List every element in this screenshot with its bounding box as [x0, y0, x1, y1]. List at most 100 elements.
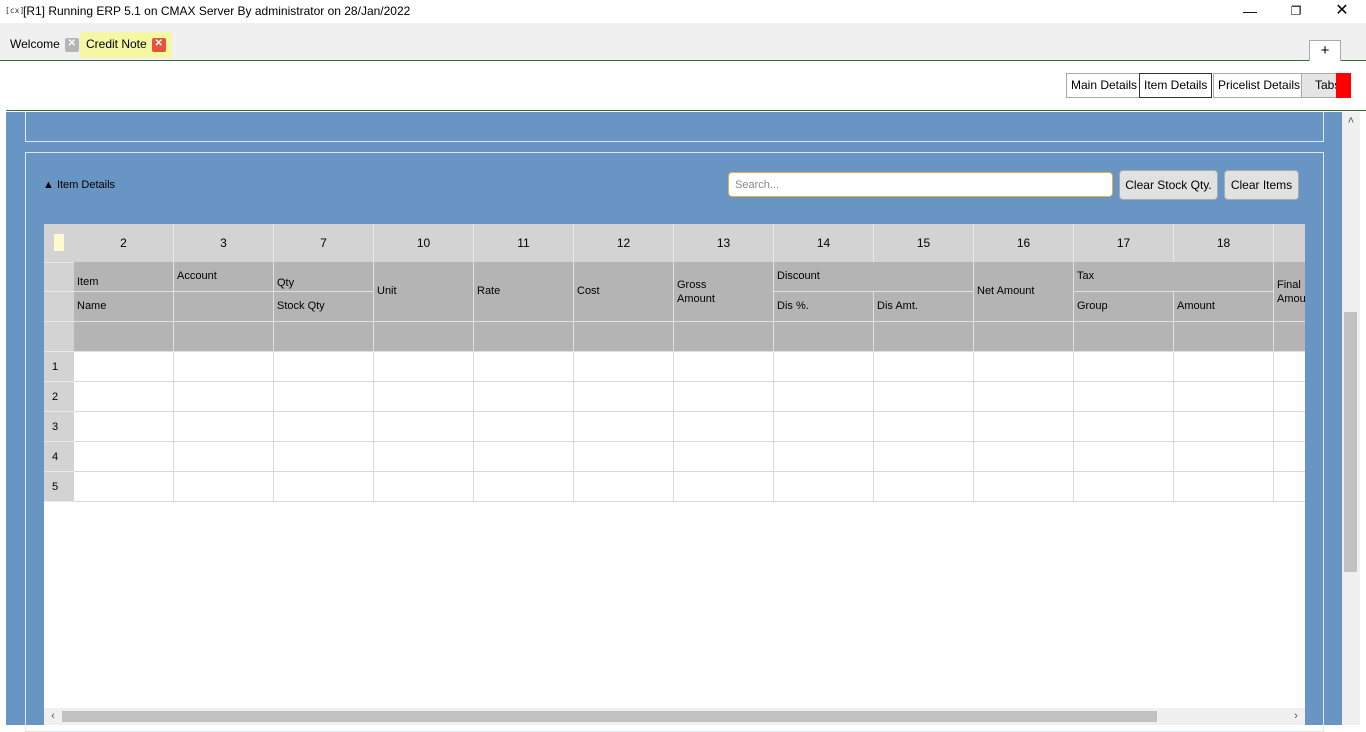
grid-cell[interactable] — [274, 442, 374, 472]
select-all-corner[interactable] — [54, 234, 64, 251]
grid-cell[interactable] — [574, 472, 674, 502]
row-number[interactable]: 1 — [44, 352, 74, 382]
grid-cell[interactable] — [1174, 412, 1274, 442]
grid-cell[interactable] — [474, 412, 574, 442]
header-account-sub[interactable] — [174, 292, 274, 322]
column-number[interactable]: 15 — [874, 224, 974, 262]
grid-cell[interactable] — [474, 352, 574, 382]
filter-cell[interactable] — [1174, 322, 1274, 352]
horizontal-scrollbar[interactable]: ‹ › — [44, 708, 1305, 725]
grid-cell[interactable] — [574, 442, 674, 472]
grid-cell[interactable] — [874, 412, 974, 442]
grid-cell[interactable] — [774, 412, 874, 442]
row-number[interactable]: 4 — [44, 442, 74, 472]
grid-cell[interactable] — [1074, 412, 1174, 442]
item-details-section-toggle[interactable]: ▲ Item Details — [43, 179, 115, 191]
filter-cell[interactable] — [374, 322, 474, 352]
grid-cell[interactable] — [1174, 382, 1274, 412]
column-number[interactable]: 16 — [974, 224, 1074, 262]
header-gross-amount[interactable]: Gross Amount — [674, 262, 774, 322]
header-account[interactable]: Account — [174, 262, 274, 292]
column-number[interactable]: 2 — [74, 224, 174, 262]
vertical-scroll-thumb[interactable] — [1344, 312, 1357, 572]
grid-cell[interactable] — [74, 382, 174, 412]
column-number[interactable]: 14 — [774, 224, 874, 262]
clear-stock-qty-button[interactable]: Clear Stock Qty. — [1119, 170, 1218, 200]
grid-cell[interactable] — [374, 412, 474, 442]
grid-cell[interactable] — [974, 412, 1074, 442]
header-cost[interactable]: Cost — [574, 262, 674, 322]
grid-cell[interactable] — [774, 382, 874, 412]
grid-cell[interactable] — [74, 472, 174, 502]
header-name[interactable]: Name — [74, 292, 174, 322]
filter-cell[interactable] — [674, 322, 774, 352]
column-number[interactable]: 3 — [174, 224, 274, 262]
grid-cell[interactable] — [1174, 472, 1274, 502]
column-number[interactable]: 17 — [1074, 224, 1174, 262]
grid-cell[interactable] — [1274, 442, 1305, 472]
grid-cell[interactable] — [874, 352, 974, 382]
search-input[interactable] — [728, 172, 1113, 197]
item-details-button[interactable]: Item Details — [1139, 73, 1213, 98]
grid-cell[interactable] — [374, 472, 474, 502]
grid-cell[interactable] — [874, 442, 974, 472]
header-dis-amt[interactable]: Dis Amt. — [874, 292, 974, 322]
filter-cell[interactable] — [1074, 322, 1174, 352]
filter-cell[interactable] — [474, 322, 574, 352]
grid-cell[interactable] — [774, 352, 874, 382]
scroll-up-icon[interactable]: ˄ — [1342, 115, 1360, 127]
grid-cell[interactable] — [174, 382, 274, 412]
filter-cell[interactable] — [774, 322, 874, 352]
row-number[interactable]: 5 — [44, 472, 74, 502]
grid-cell[interactable] — [974, 442, 1074, 472]
grid-cell[interactable] — [574, 352, 674, 382]
scroll-left-icon[interactable]: ‹ — [46, 708, 60, 725]
maximize-button[interactable]: ❐ — [1273, 0, 1319, 23]
grid-cell[interactable] — [674, 382, 774, 412]
column-number[interactable]: 11 — [474, 224, 574, 262]
grid-cell[interactable] — [574, 412, 674, 442]
grid-cell[interactable] — [74, 352, 174, 382]
tab-welcome[interactable]: Welcome ✕ — [4, 32, 85, 58]
header-amount[interactable]: Amount — [1174, 292, 1274, 322]
vertical-scrollbar[interactable]: ˄ — [1342, 112, 1360, 725]
header-tax[interactable]: Tax — [1074, 262, 1274, 292]
header-final-amount[interactable]: Final Amou — [1274, 262, 1305, 322]
column-number[interactable]: 7 — [274, 224, 374, 262]
row-number[interactable]: 2 — [44, 382, 74, 412]
grid-cell[interactable] — [974, 352, 1074, 382]
grid-cell[interactable] — [274, 382, 374, 412]
add-tab-button[interactable]: + — [1309, 40, 1341, 62]
grid-cell[interactable] — [474, 442, 574, 472]
filter-cell[interactable] — [574, 322, 674, 352]
filter-cell[interactable] — [874, 322, 974, 352]
grid-cell[interactable] — [674, 472, 774, 502]
header-stock-qty[interactable]: Stock Qty — [274, 292, 374, 322]
grid-cell[interactable] — [74, 412, 174, 442]
grid-cell[interactable] — [474, 382, 574, 412]
filter-cell[interactable] — [174, 322, 274, 352]
grid-cell[interactable] — [374, 352, 474, 382]
grid-cell[interactable] — [974, 382, 1074, 412]
filter-cell[interactable] — [1274, 322, 1305, 352]
pricelist-details-button[interactable]: Pricelist Details — [1213, 73, 1306, 98]
grid-cell[interactable] — [274, 352, 374, 382]
header-net-amount[interactable]: Net Amount — [974, 262, 1074, 322]
grid-cell[interactable] — [1274, 352, 1305, 382]
clear-items-button[interactable]: Clear Items — [1224, 170, 1299, 200]
grid-cell[interactable] — [974, 472, 1074, 502]
grid-cell[interactable] — [174, 472, 274, 502]
grid-cell[interactable] — [74, 442, 174, 472]
grid-cell[interactable] — [674, 442, 774, 472]
grid-cell[interactable] — [174, 442, 274, 472]
header-qty[interactable]: Qty — [274, 262, 374, 292]
header-unit[interactable]: Unit — [374, 262, 474, 322]
grid-cell[interactable] — [874, 382, 974, 412]
grid-cell[interactable] — [174, 352, 274, 382]
horizontal-scroll-thumb[interactable] — [62, 711, 1157, 722]
grid-cell[interactable] — [574, 382, 674, 412]
tab-credit-note[interactable]: Credit Note ✕ — [80, 32, 172, 58]
grid-cell[interactable] — [874, 472, 974, 502]
column-number[interactable]: 10 — [374, 224, 474, 262]
header-group[interactable]: Group — [1074, 292, 1174, 322]
